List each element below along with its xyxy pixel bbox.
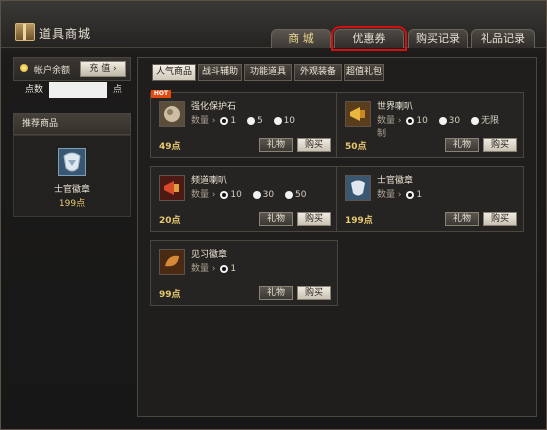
recommended-item-name[interactable]: 士官徽章 — [14, 182, 130, 195]
quantity-option: 30 — [448, 116, 461, 126]
quantity-radio[interactable] — [285, 190, 293, 199]
category-appearance[interactable]: 外观装备 — [294, 64, 342, 81]
recommended-panel: 士官徽章 199点 — [13, 135, 131, 217]
quantity-option: 50 — [295, 190, 307, 200]
balance-label: 帐户余额 — [34, 66, 71, 76]
item-price: 199点 — [345, 216, 373, 226]
quantity-radio[interactable] — [220, 116, 229, 125]
quantity-label: 数量 — [377, 190, 396, 200]
left-panel: 帐户余额 充 值 › 点数 点 推荐商品 士官徽章 199点 — [13, 57, 131, 413]
gift-button[interactable]: 礼物 — [445, 138, 479, 152]
quantity-option: 无限 — [481, 116, 500, 126]
quantity-option: 10 — [416, 116, 428, 126]
item-card: HOT 强化保护石 数量 › 1 5 10 49点 礼物 购买 — [150, 90, 338, 158]
category-combat[interactable]: 战斗辅助 — [198, 64, 242, 81]
buy-button[interactable]: 购买 — [483, 138, 517, 152]
category-function[interactable]: 功能道具 — [244, 64, 292, 81]
quantity-radio[interactable] — [273, 116, 282, 125]
shop-window: 道具商城 商 城 优惠券 购买记录 礼品记录 帐户余额 充 值 › 点数 点 推… — [0, 0, 547, 430]
category-bundle[interactable]: 超值礼包 — [344, 64, 384, 81]
quantity-radio[interactable] — [252, 190, 261, 199]
gift-button[interactable]: 礼物 — [259, 212, 293, 226]
item-name: 频道喇叭 — [191, 176, 228, 186]
quantity-radio[interactable] — [438, 116, 447, 125]
quantity-row: 数量 › 1 5 10 — [191, 116, 296, 126]
gift-button[interactable]: 礼物 — [445, 212, 479, 226]
quantity-label: 数量 — [191, 264, 210, 274]
stone-icon[interactable] — [159, 101, 185, 127]
red-megaphone-icon[interactable] — [159, 175, 185, 201]
quantity-option: 30 — [262, 190, 275, 200]
quantity-label: 数量 — [377, 116, 396, 126]
balance-bar: 帐户余额 充 值 › — [13, 57, 131, 81]
quantity-option: 10 — [230, 190, 242, 200]
tab-purchase-history[interactable]: 购买记录 — [408, 29, 468, 48]
buy-button[interactable]: 购买 — [297, 286, 331, 300]
quantity-radio[interactable] — [220, 264, 229, 273]
hot-badge: HOT — [151, 90, 171, 98]
item-price: 49点 — [159, 142, 181, 152]
quantity-option: 1 — [230, 264, 237, 274]
shop-logo-icon — [15, 23, 35, 41]
quantity-option: 10 — [283, 116, 296, 126]
tab-shop[interactable]: 商 城 — [271, 29, 331, 48]
category-popular[interactable]: 人气商品 — [152, 64, 196, 81]
item-card: 士官徽章 数量 › 1 199点 礼物 购买 — [336, 166, 524, 232]
quantity-option: 5 — [256, 116, 263, 126]
quantity-row: 数量 › 10 30 50 — [191, 190, 307, 200]
points-value — [49, 82, 107, 98]
recommended-item-price: 199点 — [58, 199, 86, 209]
recharge-button[interactable]: 充 值 › — [80, 61, 126, 77]
megaphone-icon[interactable] — [345, 101, 371, 127]
quantity-label: 数量 — [191, 190, 210, 200]
item-name: 见习徽章 — [191, 250, 228, 260]
item-card: 世界喇叭 数量 › 10 30 无限 制 50点 礼物 购买 — [336, 92, 524, 158]
gift-button[interactable]: 礼物 — [259, 286, 293, 300]
recommended-header: 推荐商品 — [13, 113, 131, 135]
quantity-row: 数量 › 10 30 无限 制 — [377, 113, 527, 139]
window-title: 道具商城 — [39, 27, 92, 41]
tab-coupons[interactable]: 优惠券 — [331, 26, 407, 51]
item-name: 强化保护石 — [191, 102, 237, 112]
buy-button[interactable]: 购买 — [297, 138, 331, 152]
item-price: 20点 — [159, 216, 181, 226]
buy-button[interactable]: 购买 — [483, 212, 517, 226]
trainee-badge-icon[interactable] — [159, 249, 185, 275]
item-card: 见习徽章 数量 › 1 99点 礼物 购买 — [150, 240, 338, 306]
item-price: 99点 — [159, 290, 181, 300]
item-name: 世界喇叭 — [377, 102, 414, 112]
quantity-label: 数量 — [191, 116, 210, 126]
badge-icon[interactable] — [58, 148, 86, 176]
item-price: 50点 — [345, 142, 367, 152]
quantity-radio[interactable] — [220, 190, 229, 199]
quantity-option: 1 — [230, 116, 237, 126]
points-label: 点数 — [25, 85, 44, 95]
quantity-row: 数量 › 1 — [191, 264, 237, 274]
quantity-radio[interactable] — [406, 116, 415, 125]
points-unit: 点 — [113, 85, 123, 95]
gift-button[interactable]: 礼物 — [259, 138, 293, 152]
quantity-radio[interactable] — [471, 116, 479, 125]
quantity-row: 数量 › 1 — [377, 190, 423, 200]
product-area: 人气商品 战斗辅助 功能道具 外观装备 超值礼包 HOT 强化保护石 数量 › … — [137, 57, 537, 417]
coin-icon — [20, 64, 28, 72]
quantity-radio[interactable] — [406, 190, 415, 199]
item-name: 士官徽章 — [377, 176, 414, 186]
tab-gift-history[interactable]: 礼品记录 — [471, 29, 535, 48]
badge-icon[interactable] — [345, 175, 371, 201]
buy-button[interactable]: 购买 — [297, 212, 331, 226]
title-bar: 道具商城 商 城 优惠券 购买记录 礼品记录 — [1, 1, 546, 51]
quantity-option: 1 — [416, 190, 423, 200]
quantity-radio[interactable] — [246, 116, 255, 125]
points-row: 点数 点 — [19, 81, 135, 99]
recommended-title: 推荐商品 — [22, 119, 59, 129]
item-card: 频道喇叭 数量 › 10 30 50 20点 礼物 购买 — [150, 166, 338, 232]
